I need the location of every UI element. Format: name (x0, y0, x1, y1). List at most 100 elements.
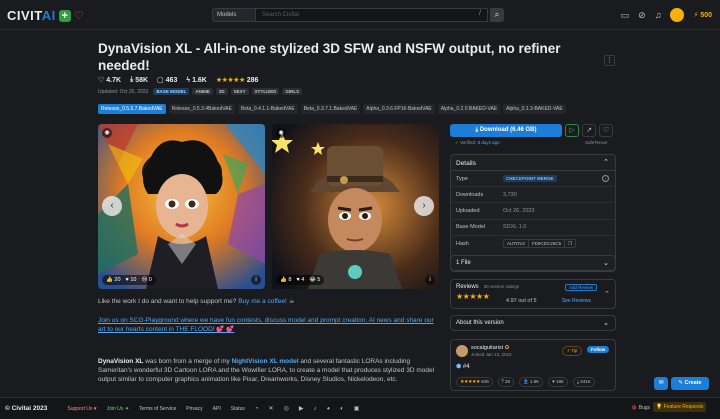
hash-value[interactable]: FD9CDC26C5 (527, 240, 564, 248)
hash-type[interactable]: AUTOV2 (504, 240, 528, 247)
creator-name[interactable]: socalguitarist ✪ (471, 345, 509, 351)
tip-button[interactable]: ⚡ Tip (562, 346, 583, 356)
bugs-link[interactable]: 🐞 Bugs (631, 405, 650, 411)
about-version-section[interactable]: About this version ⌄ (450, 315, 616, 331)
version-tab[interactable]: Alpha_0.2.0.BAKED-VAE (437, 104, 501, 114)
feature-requests-link[interactable]: 💡 Feature Requests (653, 402, 707, 412)
info-icon[interactable]: i (602, 175, 609, 182)
heart-count: 4 (301, 277, 305, 283)
heart-count: 10 (130, 277, 137, 283)
support-text: Like the work I do and want to help supp… (98, 298, 237, 305)
tag-anime[interactable]: ANIME (192, 88, 213, 95)
files-section[interactable]: 1 File ⌄ (450, 255, 616, 271)
coffee-icon: ☕ (288, 298, 295, 305)
info-icon[interactable]: i (251, 275, 261, 285)
copy-icon[interactable]: ❐ (563, 240, 575, 248)
footer-privacy-link[interactable]: Privacy (186, 406, 202, 412)
heart-reaction[interactable]: ♥ 10 (126, 277, 137, 283)
buzz-stat[interactable]: ϟ 1.6K (186, 77, 207, 84)
download-button[interactable]: ⤓ Download (6.46 GB) (450, 124, 562, 137)
version-tab[interactable]: Beta_0.4.1.1-BakedVAE (237, 104, 298, 114)
verified-date[interactable]: 8 days ago (478, 140, 500, 145)
search-input[interactable]: Search Civitai / (256, 8, 488, 22)
instagram-icon[interactable]: ◎ (284, 405, 289, 412)
laugh-count: 5 (317, 277, 321, 283)
version-tab[interactable]: Beta_0.3.7.1.BakedVAE (300, 104, 361, 114)
details-header[interactable]: Details ⌃ (451, 155, 615, 171)
chevron-left-icon: ‹ (110, 200, 114, 211)
heart-reaction[interactable]: ♥ 4 (296, 277, 304, 283)
comments-stat[interactable]: ▢ 463 (157, 76, 177, 85)
detail-row-hash: Hash AUTOV2 FD9CDC26C5 ❐ (451, 236, 615, 252)
tag-stylized[interactable]: STYLIZED (251, 88, 280, 95)
tiktok-icon[interactable]: ♪ (313, 406, 316, 412)
tag-base-model[interactable]: BASE MODEL (153, 88, 190, 95)
create-button[interactable]: ✎ Create (671, 377, 709, 390)
gallery-prev-button[interactable]: ‹ (102, 196, 122, 216)
see-reviews-link[interactable]: See Reviews (562, 298, 591, 304)
bell-icon[interactable]: ♫ (655, 10, 662, 20)
like-reaction[interactable]: 👍 20 (106, 277, 121, 283)
creator-stats: ★★★★★ 849 ⤒ 28 👤 1.8K ♥ 18K ⤓ 241K (456, 377, 595, 387)
search-scope-select[interactable]: Models (212, 8, 256, 22)
eye-off-icon[interactable]: ⊘ (638, 10, 646, 21)
footer-support-link[interactable]: Support Us ♥ (67, 406, 96, 412)
detail-key: Base Model (456, 224, 486, 231)
feature-requests-text: Feature Requests (663, 404, 704, 410)
tag-3d[interactable]: 3D (215, 88, 228, 95)
buy-coffee-link[interactable]: Buy me a coffee! (238, 298, 287, 305)
add-review-button[interactable]: Add Review (564, 284, 597, 291)
nightvision-link[interactable]: NightVision XL model (232, 358, 299, 365)
footer-join-link[interactable]: Join Us ✦ (107, 406, 129, 412)
chevron-up-icon[interactable]: ⌃ (604, 290, 610, 298)
github-icon[interactable]: ◐ (340, 406, 344, 412)
creator-avatar[interactable] (456, 345, 468, 357)
info-icon[interactable]: i (425, 275, 435, 285)
hash-box[interactable]: AUTOV2 FD9CDC26C5 ❐ (503, 239, 576, 249)
nsfw-toggle-icon[interactable]: ◉ (276, 128, 286, 138)
follow-button[interactable]: Follow (587, 346, 610, 353)
chat-button[interactable]: ✉ (654, 377, 668, 390)
rating-stat[interactable]: ★★★★★ 286 (216, 76, 259, 85)
footer-status-link[interactable]: Status (231, 406, 245, 412)
like-reaction[interactable]: 👍 8 (280, 277, 291, 283)
buzz-balance[interactable]: ⚡ 500 (693, 11, 712, 19)
laugh-reaction[interactable]: 😂 5 (309, 277, 320, 283)
nsfw-toggle-icon[interactable]: ◉ (102, 128, 112, 138)
verified-status: ✓ Verified: 8 days ago (455, 140, 500, 146)
version-tab[interactable]: Alpha_0.1.3-BAKED-VAE (503, 104, 566, 114)
monitor-icon[interactable]: ▭ (621, 10, 630, 21)
civitai-logo[interactable]: CIVITAI + ♡ (7, 8, 84, 23)
promo-link[interactable]: Join us on SCG-Playground where we have … (98, 316, 438, 334)
share-button[interactable]: ↗ (582, 124, 596, 137)
creator-card: socalguitarist ✪ Joined Jan 13, 2022 ⚡ T… (450, 339, 616, 391)
files-title: 1 File (456, 260, 471, 266)
gallery-image-1[interactable]: ◉ 👍 20 ♥ 10 😢 0 i (98, 124, 265, 289)
twitch-icon[interactable]: ▣ (354, 405, 360, 412)
discord-icon[interactable]: ◔ (255, 406, 259, 412)
plus-icon[interactable]: + (58, 9, 71, 22)
search-shortcut: / (479, 10, 481, 17)
search-button[interactable]: ⌕ (490, 8, 504, 22)
gallery-next-button[interactable]: › (414, 196, 434, 216)
favorite-button[interactable]: ♡ (599, 124, 613, 137)
tag-girls[interactable]: GIRLS (282, 88, 303, 95)
footer-api-link[interactable]: API (213, 406, 221, 412)
comment-icon: ▢ (157, 77, 164, 84)
twitter-icon[interactable]: ✕ (269, 405, 274, 412)
run-button[interactable]: ▷ (565, 124, 579, 137)
youtube-icon[interactable]: ▶ (299, 405, 304, 412)
heart-icon[interactable]: ♡ (74, 10, 84, 22)
version-tab[interactable]: Alpha_0.3.6.FP16-BakedVAE (363, 104, 435, 114)
chevron-right-icon: › (422, 200, 426, 211)
detail-row-type: Type CHECKPOINT MERGE i (451, 171, 615, 188)
version-tab[interactable]: Release_0.5.5.7.BakedVAE (98, 104, 166, 114)
cry-reaction[interactable]: 😢 0 (141, 277, 151, 283)
more-options-button[interactable]: ⋮ (604, 55, 615, 66)
footer-terms-link[interactable]: Terms of Service (139, 406, 176, 412)
reddit-icon[interactable]: ◕ (326, 406, 330, 412)
version-tab[interactable]: Release_0.5.3.4BakedVAE (168, 104, 235, 114)
detail-value: Oct 26, 2023 (503, 207, 535, 214)
tag-sexy[interactable]: SEXY (230, 88, 249, 95)
user-avatar[interactable] (670, 8, 685, 22)
